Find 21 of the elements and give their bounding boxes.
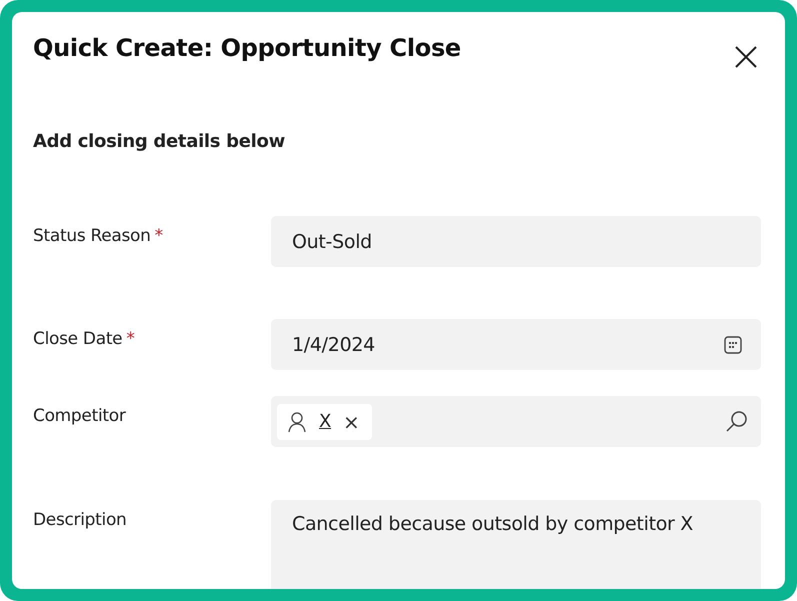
dialog-title: Quick Create: Opportunity Close xyxy=(33,34,461,62)
field-label: Status Reason xyxy=(33,226,151,246)
close-icon[interactable] xyxy=(734,45,758,69)
field-value: 1/4/2024 xyxy=(292,334,375,356)
lookup-field[interactable]: X × xyxy=(271,396,761,447)
field-label: Close Date xyxy=(33,329,122,349)
status-reason-field[interactable]: Out-Sold xyxy=(271,216,761,267)
remove-button[interactable]: × xyxy=(343,410,360,434)
description-field[interactable]: Cancelled because outsold by competitor X xyxy=(271,500,761,589)
required-asterisk: * xyxy=(154,226,163,246)
competitor-link[interactable]: X xyxy=(319,411,332,432)
field-label: Competitor xyxy=(33,406,126,426)
calendar-icon[interactable] xyxy=(723,334,743,354)
field-label: Description xyxy=(33,510,127,530)
search-icon[interactable] xyxy=(725,410,749,434)
section-subtitle: Add closing details below xyxy=(33,131,286,152)
field-value: Out-Sold xyxy=(292,230,372,252)
date-field[interactable]: 1/4/2024 xyxy=(271,319,761,370)
field-value: Cancelled because outsold by competitor X xyxy=(292,513,694,535)
person-icon xyxy=(287,410,307,432)
required-asterisk: * xyxy=(126,329,135,349)
